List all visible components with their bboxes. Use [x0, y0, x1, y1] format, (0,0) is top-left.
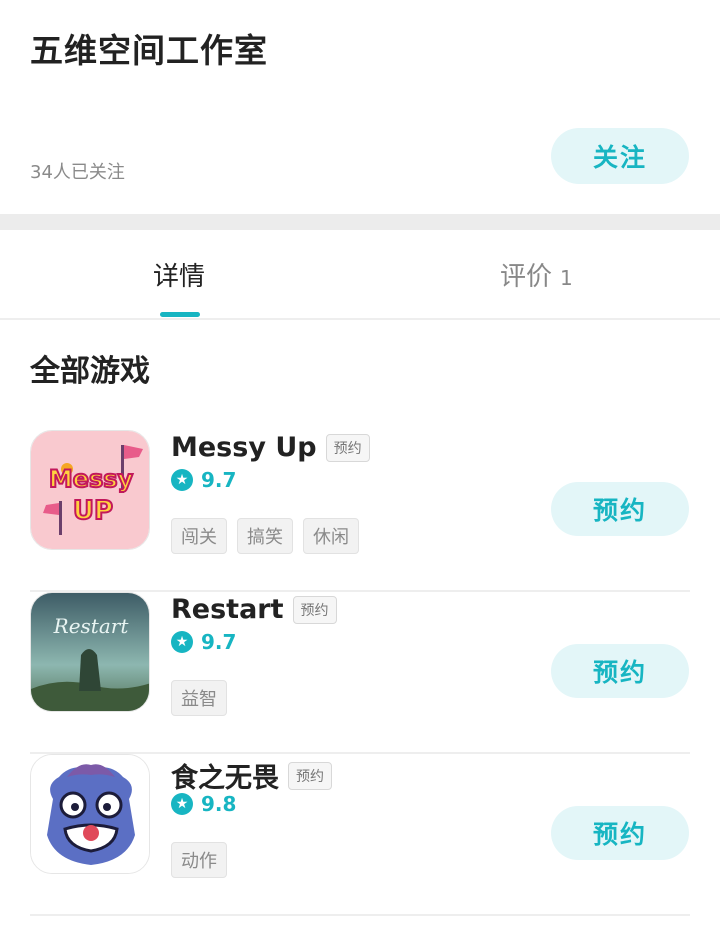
game-item[interactable]: Messy UP Messy Up 预约 ★ 9.7 闯关 搞笑 休闲 预约 [30, 430, 690, 592]
game-name[interactable]: 食之无畏 [171, 756, 279, 795]
follower-count: 34人已关注 [30, 162, 125, 183]
tab-bar: 详情 评价 1 [0, 230, 720, 320]
tab-reviews-label: 评价 [500, 262, 553, 292]
tag[interactable]: 闯关 [171, 518, 227, 554]
tag[interactable]: 动作 [171, 842, 227, 878]
game-name[interactable]: Messy Up [171, 432, 317, 463]
tab-reviews-count: 1 [560, 266, 573, 290]
reserve-button[interactable]: 预约 [551, 482, 689, 536]
tag[interactable]: 休闲 [303, 518, 359, 554]
tag-list: 闯关 搞笑 休闲 [171, 518, 369, 554]
game-name[interactable]: Restart [171, 594, 284, 625]
tab-details[interactable]: 详情 [153, 256, 205, 293]
tab-details-label: 详情 [153, 262, 206, 292]
reserve-badge: 预约 [325, 433, 370, 462]
reserve-button[interactable]: 预约 [551, 644, 689, 698]
game-item[interactable]: 食之无畏 预约 ★ 9.8 动作 预约 [30, 754, 690, 916]
reserve-badge: 预约 [288, 761, 332, 790]
tag[interactable]: 搞笑 [237, 518, 293, 554]
game-rating: 9.7 [201, 630, 237, 654]
restart-logo-text: Restart [53, 614, 130, 638]
section-title: 全部游戏 [30, 354, 150, 389]
lion-mask-icon[interactable] [30, 754, 150, 874]
tab-reviews[interactable]: 评价 1 [500, 256, 573, 293]
tag[interactable]: 益智 [171, 680, 227, 716]
star-icon: ★ [171, 631, 193, 653]
restart-icon[interactable]: Restart [30, 592, 150, 712]
messy-up-logo-word-1: Messy [49, 465, 134, 493]
developer-header: 五维空间工作室 34人已关注 关注 [0, 0, 720, 214]
active-tab-indicator [160, 312, 200, 317]
game-rating: 9.8 [201, 792, 237, 816]
messy-up-icon[interactable]: Messy UP [30, 430, 150, 550]
reserve-badge: 预约 [292, 595, 337, 624]
star-icon: ★ [171, 469, 193, 491]
tag-list: 益智 [171, 680, 237, 716]
section-divider [0, 214, 720, 230]
reserve-button[interactable]: 预约 [551, 806, 689, 860]
tag-list: 动作 [171, 842, 237, 878]
follow-button[interactable]: 关注 [551, 128, 689, 184]
row-divider [30, 914, 690, 916]
messy-up-logo-word-2: UP [73, 496, 113, 526]
game-item[interactable]: Restart Restart 预约 ★ 9.7 益智 预约 [30, 592, 690, 754]
game-rating: 9.7 [201, 468, 237, 492]
star-icon: ★ [171, 793, 193, 815]
developer-name: 五维空间工作室 [30, 31, 268, 70]
